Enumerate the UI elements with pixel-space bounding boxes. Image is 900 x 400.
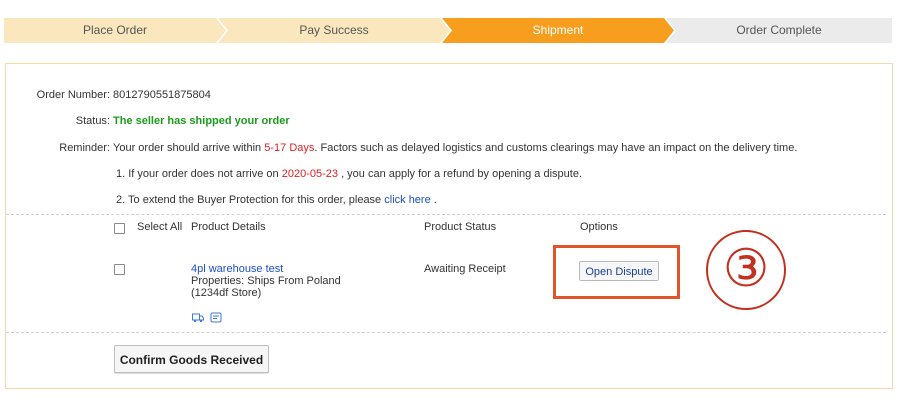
- reminder-label: Reminder:: [59, 142, 110, 154]
- delivery-days: 5-17 Days: [264, 142, 315, 154]
- click-here-link[interactable]: click here: [384, 194, 430, 206]
- product-status: Awaiting Receipt: [424, 263, 506, 275]
- step-pay-success: Pay Success: [218, 18, 450, 43]
- reminder-text: Your order should arrive within 5-17 Day…: [113, 142, 797, 154]
- order-number-value: 8012790551875804: [113, 89, 211, 101]
- order-progress-steps: Place Order Pay Success Shipment Order C…: [4, 18, 892, 43]
- confirm-goods-received-button[interactable]: Confirm Goods Received: [114, 345, 269, 373]
- status-label: Status:: [75, 115, 110, 127]
- divider-bottom: [6, 332, 886, 333]
- product-name-link[interactable]: 4pl warehouse test: [191, 263, 341, 275]
- product-properties: Properties: Ships From Poland: [191, 275, 341, 287]
- select-all-checkbox[interactable]: [114, 223, 125, 234]
- step-annotation-circle: ③: [706, 230, 786, 310]
- open-dispute-button[interactable]: Open Dispute: [579, 261, 659, 281]
- step-shipment: Shipment: [442, 18, 674, 43]
- reminder-prefix: Your order should arrive within: [113, 142, 262, 154]
- reminder-suffix: . Factors such as delayed logistics and …: [314, 142, 798, 154]
- order-number-label: Order Number:: [36, 89, 110, 101]
- note1-suffix: , you can apply for a refund by opening …: [341, 168, 583, 180]
- status-value: The seller has shipped your order: [113, 115, 290, 127]
- dispute-note: 1. If your order does not arrive on 2020…: [116, 168, 582, 180]
- protection-note: 2. To extend the Buyer Protection for th…: [116, 194, 437, 206]
- note2-prefix: 2. To extend the Buyer Protection for th…: [116, 194, 382, 206]
- shipping-icon[interactable]: [192, 312, 204, 323]
- divider: [6, 214, 886, 215]
- chat-icon[interactable]: [210, 312, 222, 323]
- note2-suffix: .: [433, 194, 437, 206]
- select-all-label: Select All: [137, 221, 183, 233]
- product-icons: [192, 312, 225, 326]
- order-detail-panel: Order Number: 8012790551875804 Status: T…: [5, 63, 893, 389]
- product-checkbox[interactable]: [114, 264, 125, 275]
- step-order-complete: Order Complete: [666, 18, 892, 43]
- product-details: 4pl warehouse test Properties: Ships Fro…: [191, 263, 341, 299]
- product-store: (1234df Store): [191, 287, 262, 299]
- col-product-details: Product Details: [191, 221, 266, 233]
- col-options: Options: [580, 221, 618, 233]
- col-product-status: Product Status: [424, 221, 497, 233]
- note1-prefix: 1. If your order does not arrive on: [116, 168, 279, 180]
- arrival-date: 2020-05-23: [281, 168, 338, 180]
- step-place-order: Place Order: [4, 18, 226, 43]
